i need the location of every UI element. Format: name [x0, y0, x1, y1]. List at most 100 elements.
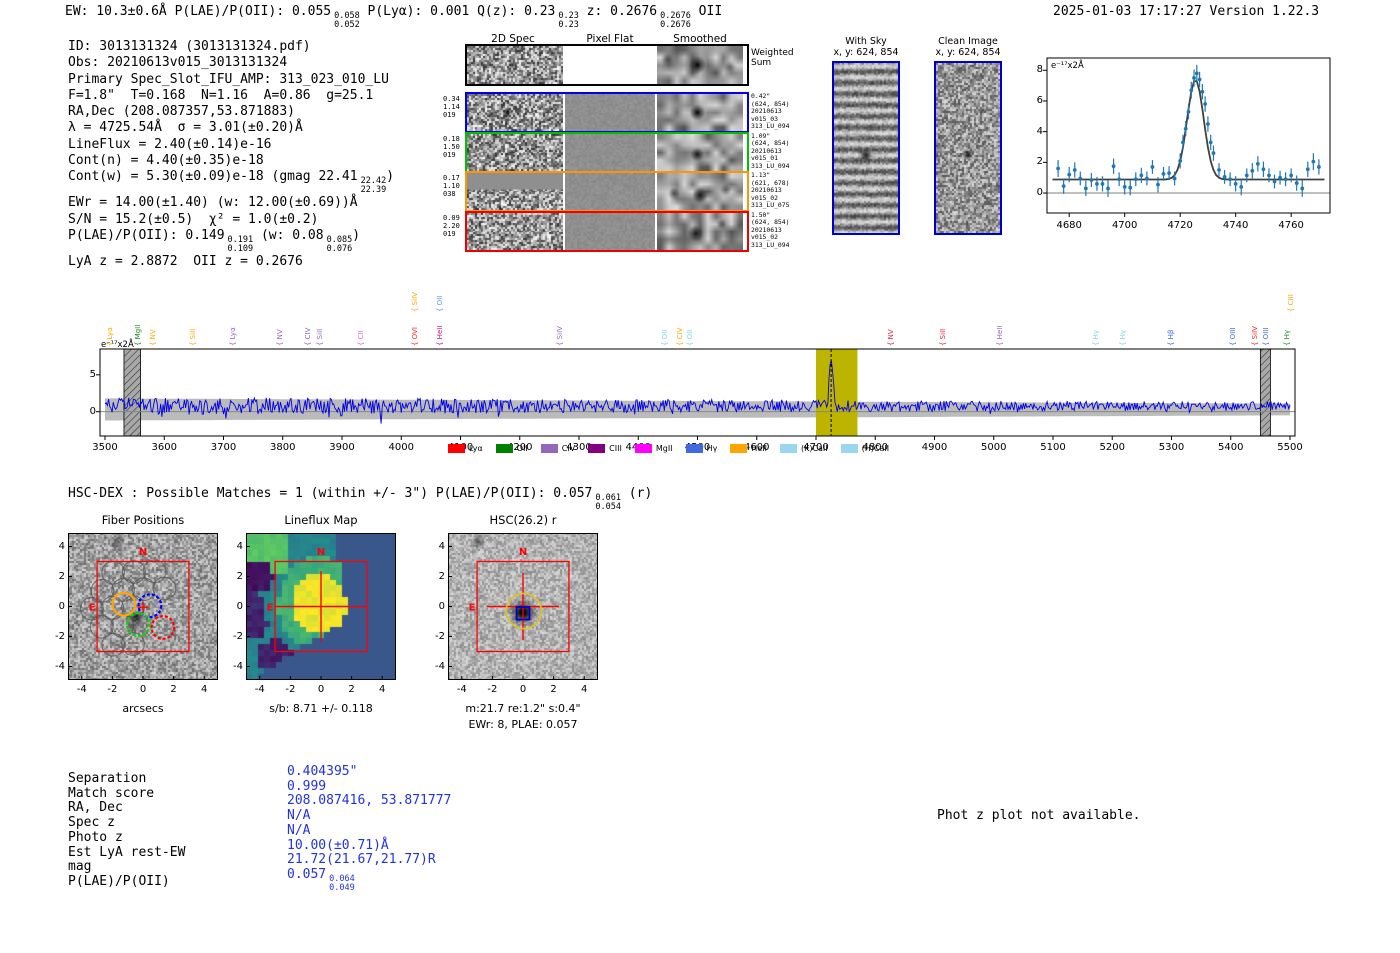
hsc-xlabel2: EWr: 8, PLAE: 0.057: [468, 718, 578, 731]
emission-line-label: { SiII: [316, 328, 325, 346]
legend-swatch: [685, 444, 703, 453]
zoom-x-tick: 4740: [1222, 220, 1249, 231]
emission-line-label: { CIV: [675, 327, 684, 346]
info-line: F=1.8" T=0.168 N=1.16 A=0.86 g=25.1: [68, 87, 374, 103]
legend-item: Hγ: [685, 444, 717, 453]
legend-item: HeII: [730, 444, 767, 453]
line-fit-plot: 4680 4700 4720 4740 4760 0 2 4 6 8 e⁻¹⁷x2Å: [1030, 50, 1350, 245]
hsc-cutout-overlay: NE: [448, 533, 598, 680]
info-line: ID: 3013131324 (3013131324.pdf): [68, 39, 311, 54]
clean-image-panel: [934, 61, 1002, 235]
mini-y-tick: 2: [438, 570, 445, 582]
mini-y-tick: -4: [233, 660, 243, 672]
emission-line-label: { OVI: [410, 327, 419, 346]
row-smoothed-image: [657, 173, 743, 210]
mini-x-tick: -2: [487, 684, 498, 695]
row-smoothed-image: [657, 133, 743, 171]
match-row-label: mag: [68, 859, 92, 875]
mini-x-tick: 2: [348, 684, 355, 695]
emission-line-label: { HeII: [435, 325, 444, 346]
svg-text:N: N: [317, 547, 325, 558]
legend-swatch: [730, 444, 748, 453]
lineflux-xlabel: s/b: 8.71 +/- 0.118: [269, 702, 373, 715]
mini-y-tick: -4: [55, 660, 65, 672]
emission-line-label: { MgII: [134, 324, 143, 346]
emission-line-label: { HeII: [996, 325, 1005, 346]
fiber-cutout-row: [465, 92, 749, 133]
legend-swatch: [588, 444, 606, 453]
emission-line-label: { SiIV: [1251, 326, 1260, 346]
fiber-positions-plot: Fiber Positions NE arcsecs -4 -4 -2 -2 0 0 2 2 4…: [55, 510, 235, 725]
match-row-value: 208.087416, 53.871777: [287, 793, 452, 809]
hsc-cutout-plot: HSC(26.2) r NE m:21.7 re:1.2" s:0.4" EWr…: [434, 510, 614, 740]
match-row-label: Est LyA rest-EW: [68, 844, 186, 860]
emission-line-label: { CIV: [304, 327, 313, 346]
row-right-labels: 1.50" (624, 854) 20210613 v015_02 313_LU_094: [751, 210, 790, 249]
match-row-value: 10.00(±0.71)Å: [287, 837, 389, 853]
emission-line-label: { CII: [356, 330, 365, 346]
mini-y-tick: 4: [438, 540, 445, 552]
spectrum-x-tick: 5100: [1040, 442, 1066, 453]
mini-x-tick: -2: [285, 684, 296, 695]
legend-item: (H)CaII: [840, 444, 889, 453]
zoom-y-tick: 6: [1036, 94, 1043, 106]
emission-line-label: { OII: [660, 329, 669, 346]
legend-item: CIV: [540, 444, 575, 453]
emission-line-label: { Hγ: [1283, 329, 1292, 346]
legend-swatch: [448, 444, 465, 453]
row-pixel-flat-image: [565, 133, 655, 171]
with-sky-image: [834, 63, 898, 233]
spectrum-x-tick: 5400: [1218, 442, 1244, 453]
row-2d-spec-image: [467, 133, 563, 171]
clean-image-title: Clean Image x, y: 624, 854: [935, 36, 1001, 58]
spectrum-x-tick: 3600: [151, 442, 177, 453]
mini-x-tick: -4: [456, 684, 467, 695]
mini-x-tick: 0: [519, 684, 527, 695]
weighted-2d-spec-image: [467, 46, 563, 84]
row-smoothed-image: [657, 94, 743, 131]
info-line: Primary Spec_Slot_IFU_AMP: 313_023_010_L…: [68, 71, 389, 87]
spectrum-y-tick: 0: [89, 405, 96, 417]
row-left-labels: 0.17 1.10 038: [443, 174, 460, 199]
spectrum-x-tick: 3700: [210, 442, 237, 453]
mini-y-tick: 0: [236, 600, 243, 612]
spectrum-x-tick: 5500: [1277, 442, 1303, 453]
mini-x-tick: 0: [139, 684, 147, 695]
mini-x-tick: -4: [76, 684, 87, 695]
match-table-values: 0.404395" 0.999 208.087416, 53.871777 N/A N/…: [287, 764, 452, 893]
header-summary-line: EW: 10.3±0.6Å P(LAE)/P(OII): 0.055 0.058 0…: [65, 4, 723, 30]
fiber-cutout-row: [465, 210, 749, 252]
row-pixel-flat-image: [565, 173, 655, 210]
mini-y-tick: 0: [58, 600, 65, 612]
match-row-label: Photo z: [68, 829, 123, 845]
lineflux-title: Lineflux Map: [284, 513, 358, 527]
mini-y-tick: -2: [233, 630, 243, 642]
info-line: LineFlux = 2.40(±0.14)e-16: [68, 136, 272, 152]
info-line: RA,Dec (208.087357,53.871883): [68, 104, 295, 120]
row-2d-spec-image: [467, 173, 563, 210]
emission-line-label: { NV: [887, 329, 896, 346]
row-left-labels: 0.34 1.14 019: [443, 95, 460, 120]
legend-item: (K)CaII: [779, 444, 828, 453]
match-row-value: N/A: [287, 822, 311, 838]
legend-swatch: [840, 444, 858, 453]
spectrum-x-tick: 3900: [329, 442, 355, 453]
info-line: Obs: 20210613v015_3013131324: [68, 55, 288, 71]
photz-note: Phot z plot not available.: [937, 808, 1141, 823]
emission-line-label: { OII: [435, 295, 444, 312]
zoom-y-tick: 8: [1036, 64, 1043, 76]
legend-swatch: [540, 444, 558, 453]
mini-x-tick: 0: [317, 684, 325, 695]
row-right-labels: 0.42" (624, 854) 20210613 v015_03 313_LU_094: [751, 92, 790, 131]
row-right-labels: 1.13" (621, 678) 20210613 v015_02 313_LU_075: [751, 171, 790, 210]
svg-text:E: E: [89, 602, 96, 613]
info-line: P(LAE)/P(OII): 0.149 0.191 0.109 (w: 0.08 0…: [68, 228, 361, 254]
zoom-unit-label: e⁻¹⁷x2Å: [1051, 61, 1084, 71]
spectrum-y-tick: 5: [89, 368, 96, 380]
emission-line-label: { OIII: [1262, 327, 1271, 346]
fiber-cutout-row: [465, 131, 749, 173]
mini-y-tick: -4: [435, 660, 445, 672]
mini-x-tick: -4: [254, 684, 265, 695]
match-row-value: 0.999: [287, 778, 327, 794]
emission-line-label: { NV: [149, 329, 158, 346]
